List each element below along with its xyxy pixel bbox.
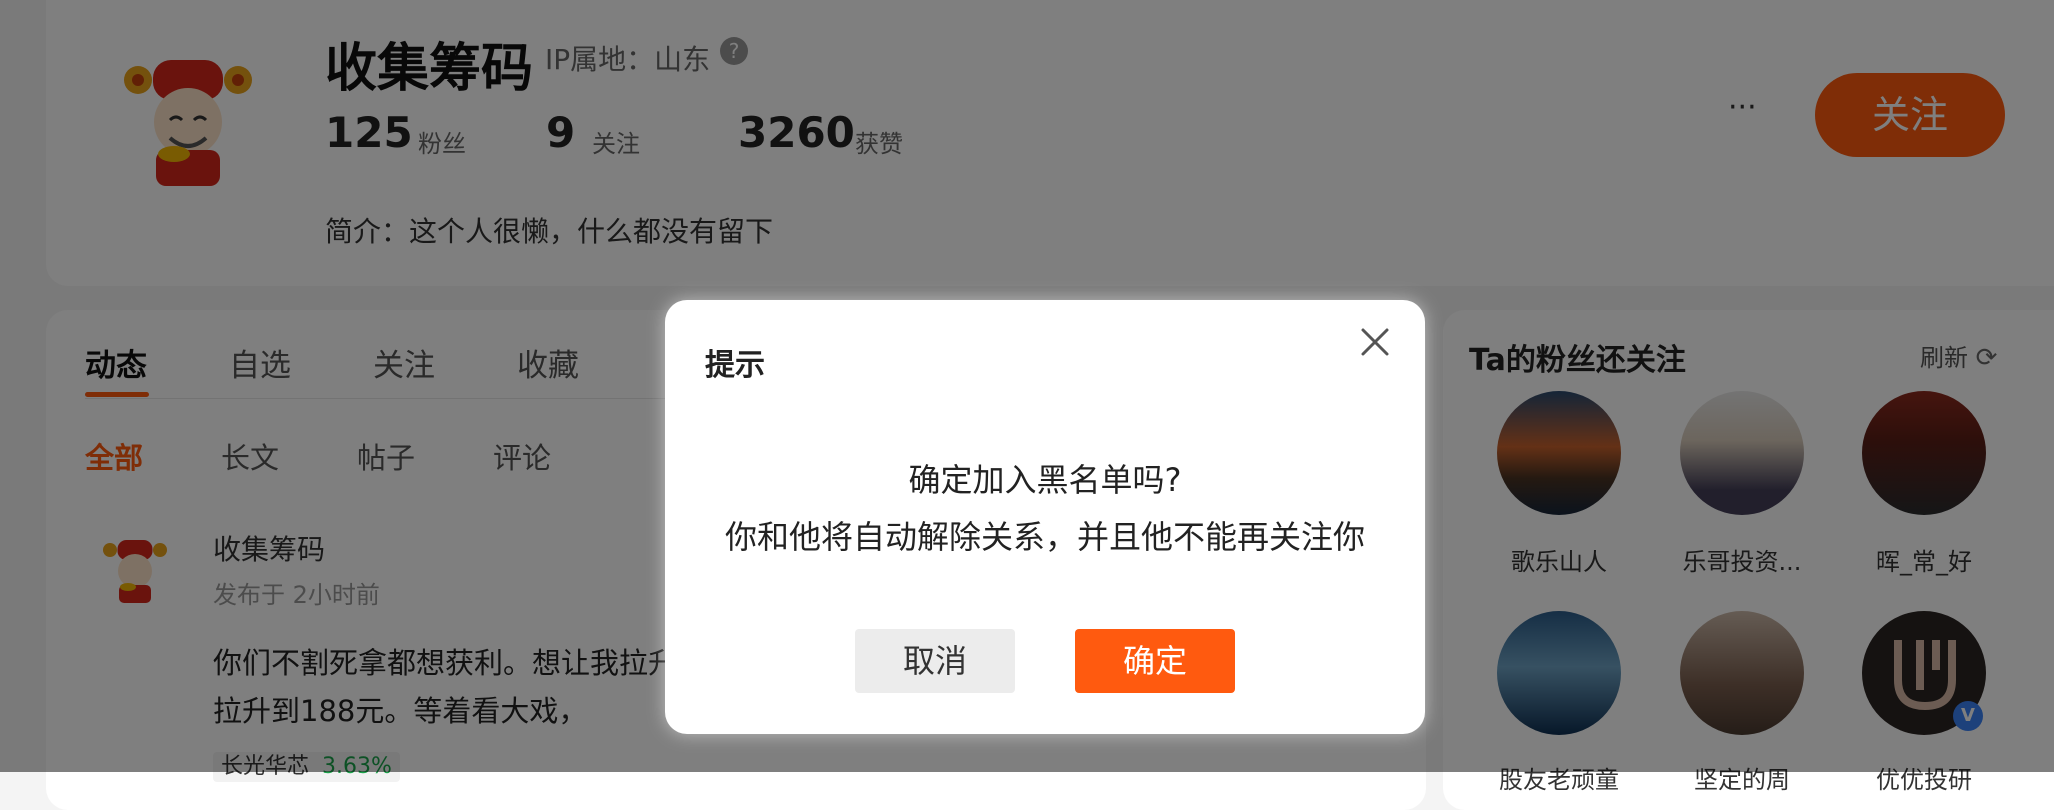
dialog-message-line2: 你和他将自动解除关系，并且他不能再关注你 bbox=[724, 518, 1365, 556]
confirm-button[interactable]: 确定 bbox=[1075, 629, 1235, 693]
close-icon[interactable] bbox=[1355, 322, 1395, 362]
dialog-title: 提示 bbox=[705, 348, 765, 383]
confirm-dialog: 提示 确定加入黑名单吗? 你和他将自动解除关系，并且他不能再关注你 取消 确定 bbox=[665, 300, 1425, 734]
dialog-message-line1: 确定加入黑名单吗? bbox=[908, 461, 1182, 499]
cancel-button[interactable]: 取消 bbox=[855, 629, 1015, 693]
